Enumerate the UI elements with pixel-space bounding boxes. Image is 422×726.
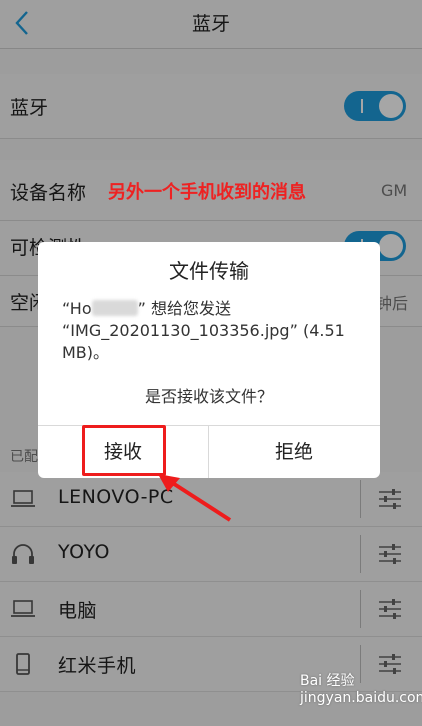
annotation-arrow-icon [158,474,232,522]
dialog-question: 是否接收该文件？ [144,387,273,406]
baidu-watermark: Bai 经验 jingyan.baidu.com [300,673,422,706]
sender-name: “Ho [62,299,92,318]
dialog-title: 文件传输 [169,259,249,283]
dialog-message: “Ho” 想给您发送 “IMG_20201130_103356.jpg” (4.… [62,298,358,364]
highlight-box [82,425,166,476]
redacted-sender [91,300,138,316]
annotation-text: 另外一个手机收到的消息 [108,182,306,203]
